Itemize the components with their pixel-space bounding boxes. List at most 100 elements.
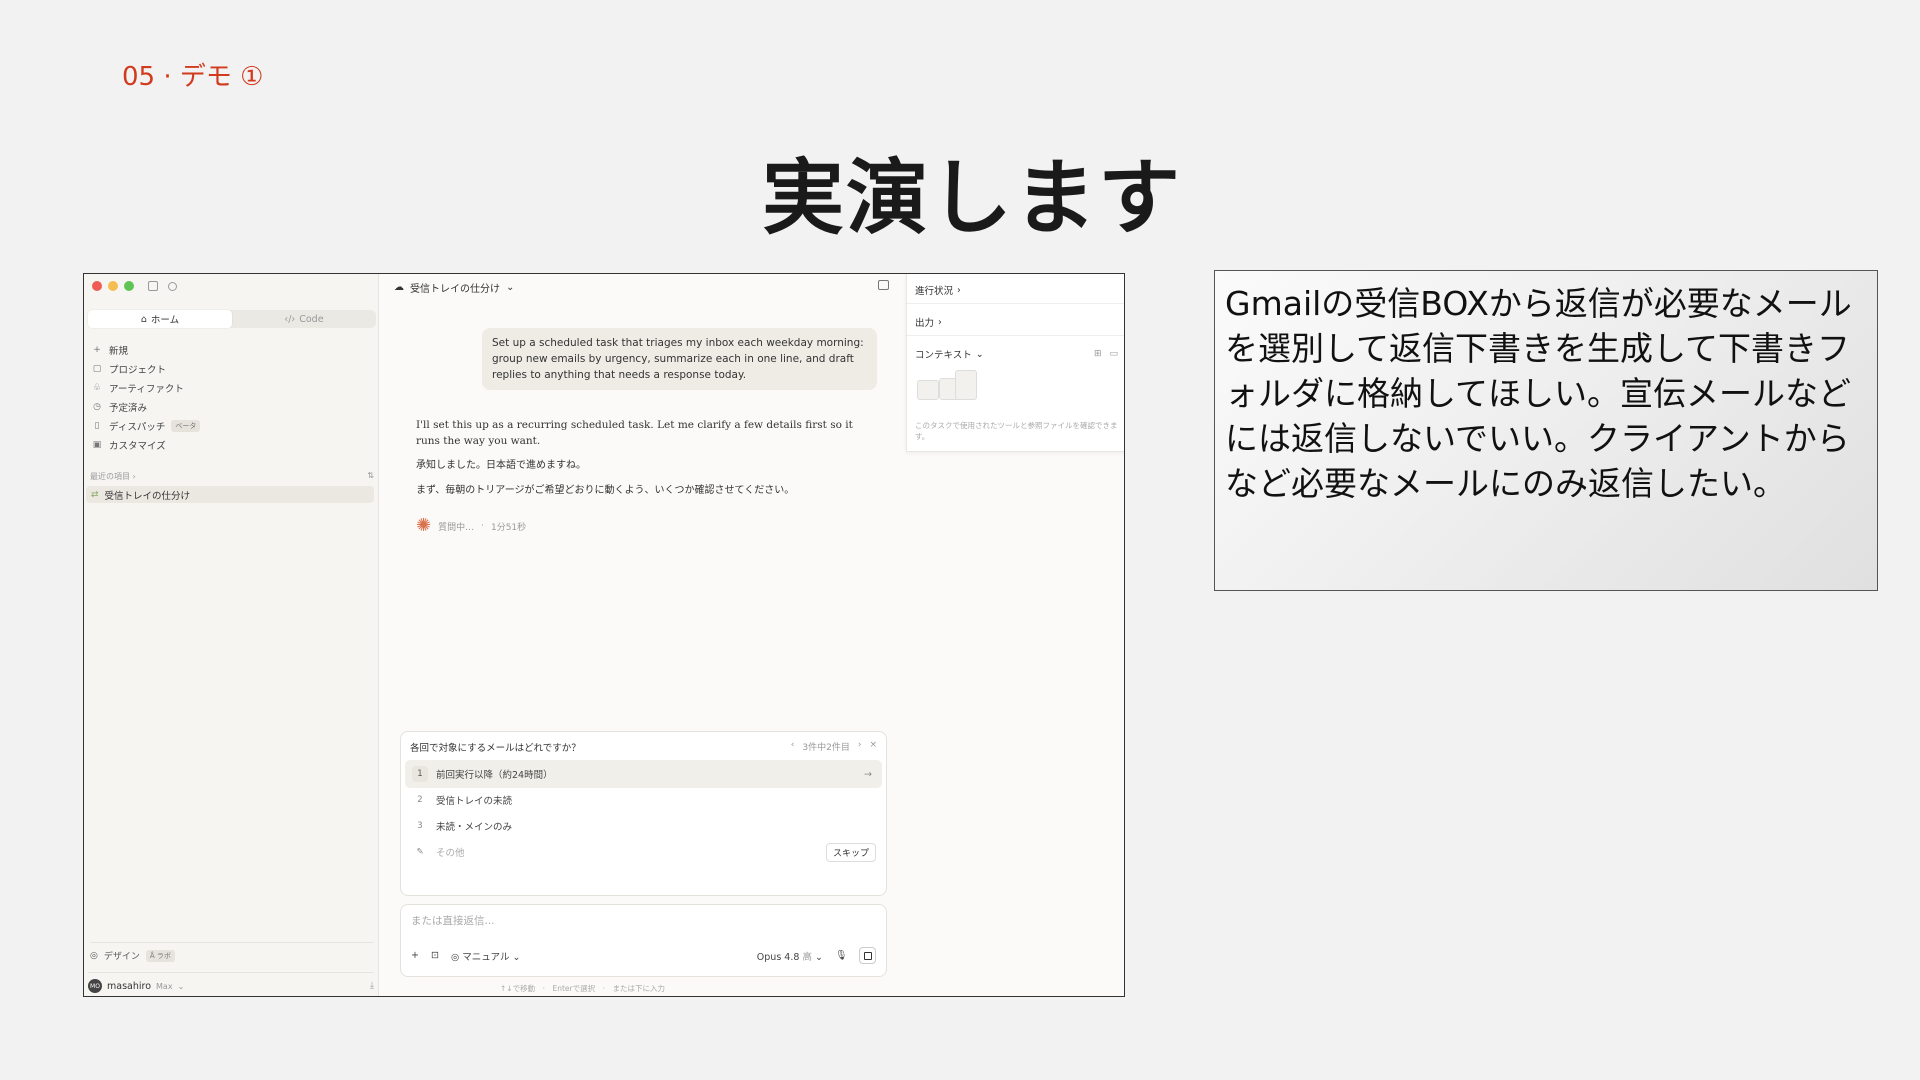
context-label: コンテキスト (915, 350, 972, 361)
right-panel: 進行状況 › 出力 › コンテキスト ⌄ ⊞ ▭ このタスクで使用されたツールと… (906, 274, 1124, 452)
pencil-icon: ✎ (416, 847, 424, 857)
assistant-paragraph: まず、毎朝のトリアージがご希望どおりに動くよう、いくつか確認させてください。 (416, 485, 795, 496)
chevron-down-icon: ⌄ (506, 282, 515, 293)
tab-code[interactable]: ‹/› Code (232, 310, 376, 328)
reply-input[interactable] (411, 915, 871, 927)
sidebar-item-customize[interactable]: ▣ カスタマイズ (90, 435, 374, 454)
minimize-window-button[interactable] (108, 281, 118, 291)
request-note-text: Gmailの受信BOXから返信が必要なメールを選別して返信下書きを生成して下書き… (1225, 284, 1852, 503)
sidebar-item-artifacts[interactable]: ♧ アーティファクト (90, 378, 374, 397)
plus-icon[interactable]: + (411, 950, 419, 961)
progress-label: 進行状況 (915, 286, 954, 297)
option-1[interactable]: 1 前回実行以降（約24時間） → (405, 760, 882, 788)
option-label: 受信トレイの未読 (436, 796, 513, 807)
conversation-title-button[interactable]: ☁ 受信トレイの仕分け ⌄ (394, 280, 514, 295)
user-name: masahiro (107, 980, 152, 992)
divider (907, 335, 1124, 336)
option-number: 1 (412, 766, 428, 782)
slide-section-label: 05 · デモ ① (122, 62, 264, 92)
chevron-right-icon: › (957, 284, 961, 296)
window-controls (92, 281, 177, 291)
sidebar-item-label: 新規 (109, 345, 129, 357)
code-icon: ‹/› (284, 313, 296, 325)
clock-icon: ◷ (93, 401, 101, 412)
chevron-right-icon: › (938, 316, 942, 328)
recent-header: 最近の項目 › ⇅ (90, 471, 374, 482)
request-note: Gmailの受信BOXから返信が必要なメールを選別して返信下書きを生成して下書き… (1214, 270, 1878, 591)
chevron-right-icon[interactable]: › (858, 740, 862, 754)
sidebar-item-projects[interactable]: ▢ プロジェクト (90, 359, 374, 378)
sidebar-toggle-icon[interactable] (148, 281, 158, 291)
user-menu[interactable]: MO masahiro Max ⌄ ⤓ (88, 972, 374, 993)
download-icon[interactable]: ⤓ (370, 981, 374, 991)
status-indicator: ✺ 質問中… · 1分51秒 (416, 517, 526, 535)
mode-selector[interactable]: ◎ マニュアル ⌄ (451, 949, 521, 963)
skip-button[interactable]: スキップ (825, 842, 876, 862)
chevron-down-icon: ⌄ (975, 348, 984, 360)
context-section[interactable]: コンテキスト ⌄ ⊞ ▭ (915, 347, 1118, 362)
stop-button[interactable] (859, 947, 876, 964)
maximize-window-button[interactable] (124, 281, 134, 291)
tab-home-label: ホーム (150, 315, 180, 326)
plus-icon: + (93, 344, 101, 355)
close-icon[interactable]: × (869, 740, 877, 754)
option-number: 3 (417, 821, 423, 831)
context-illustration-icon (917, 370, 977, 404)
microphone-icon[interactable]: 🎙 (835, 950, 847, 961)
artifact-icon: ♧ (92, 382, 102, 393)
folder-icon[interactable]: ⊡ (431, 950, 439, 961)
panel-toggle-icon[interactable] (878, 280, 889, 290)
customize-icon: ▣ (92, 439, 102, 450)
sidebar-item-label: プロジェクト (109, 364, 167, 376)
filter-icon[interactable]: ⇅ (367, 471, 374, 482)
question-pager: ‹ 3件中2件目 › × (791, 740, 877, 754)
option-3[interactable]: 3 未読・メインのみ (405, 812, 882, 840)
divider (907, 303, 1124, 304)
drive-icon[interactable]: ▭ (1109, 349, 1118, 359)
option-other[interactable]: ✎ その他 スキップ (405, 838, 882, 866)
chevron-down-icon: ⌄ (177, 981, 185, 991)
option-label: 未読・メインのみ (436, 822, 513, 833)
task-icon: ⇄ (91, 489, 99, 500)
sidebar-item-label: アーティファクト (109, 383, 184, 395)
keyboard-hint: ↑↓で移動 · Enterで選択 · または下に入力 (500, 984, 665, 993)
search-icon[interactable] (168, 281, 177, 291)
mode-label: マニュアル (462, 951, 510, 963)
sidebar-nav: + 新規 ▢ プロジェクト ♧ アーティファクト ◷ 予定済み ▯ ディスパッチ… (90, 340, 374, 454)
composer-toolbar: + ⊡ ◎ マニュアル ⌄ Opus 4.8 高 ⌄ 🎙 (411, 947, 876, 964)
chevron-left-icon[interactable]: ‹ (791, 740, 795, 754)
recent-item[interactable]: ⇄ 受信トレイの仕分け (86, 486, 374, 503)
assistant-paragraph: 承知しました。日本語で進めますね。 (416, 460, 586, 471)
design-link[interactable]: ◎ デザイン Å ラボ (90, 942, 374, 962)
sidebar-item-scheduled[interactable]: ◷ 予定済み (90, 397, 374, 416)
context-description: このタスクで使用されたツールと参照ファイルを確認できます。 (915, 421, 1118, 441)
composer-right: Opus 4.8 高 ⌄ 🎙 (757, 947, 876, 964)
composer: + ⊡ ◎ マニュアル ⌄ Opus 4.8 高 ⌄ 🎙 (400, 904, 887, 977)
sidebar-item-new[interactable]: + 新規 (90, 340, 374, 359)
progress-section[interactable]: 進行状況 › (915, 283, 1118, 298)
option-2[interactable]: 2 受信トレイの未読 (405, 786, 882, 814)
question-text: 各回で対象にするメールはどれですか？ (410, 743, 581, 754)
sidebar-item-label: ディスパッチ (109, 421, 166, 433)
assistant-paragraph: I'll set this up as a recurring schedule… (416, 419, 853, 447)
option-number: 2 (417, 795, 423, 805)
close-window-button[interactable] (92, 281, 102, 291)
model-selector[interactable]: Opus 4.8 高 ⌄ (757, 949, 823, 963)
plan-label: Max (156, 981, 173, 991)
beta-badge: ベータ (171, 419, 201, 432)
tab-home[interactable]: ⌂ ホーム (88, 310, 232, 328)
folder-icon: ▢ (92, 363, 102, 374)
recent-label[interactable]: 最近の項目 › (90, 471, 136, 482)
sidebar-item-label: カスタマイズ (109, 440, 166, 452)
sidebar-item-dispatch[interactable]: ▯ ディスパッチ ベータ (90, 416, 374, 435)
conversation-title: 受信トレイの仕分け (410, 284, 500, 295)
context-actions: ⊞ ▭ (1094, 349, 1118, 359)
assistant-message: I'll set this up as a recurring schedule… (416, 417, 876, 508)
cloud-icon: ☁ (394, 282, 404, 293)
option-label: 前回実行以降（約24時間） (436, 770, 553, 781)
arrow-right-icon: → (864, 768, 872, 780)
question-header: 各回で対象にするメールはどれですか？ ‹ 3件中2件目 › × (410, 740, 877, 754)
pager-label: 3件中2件目 (802, 743, 850, 753)
output-section[interactable]: 出力 › (915, 315, 1118, 330)
folder-add-icon[interactable]: ⊞ (1094, 349, 1102, 359)
